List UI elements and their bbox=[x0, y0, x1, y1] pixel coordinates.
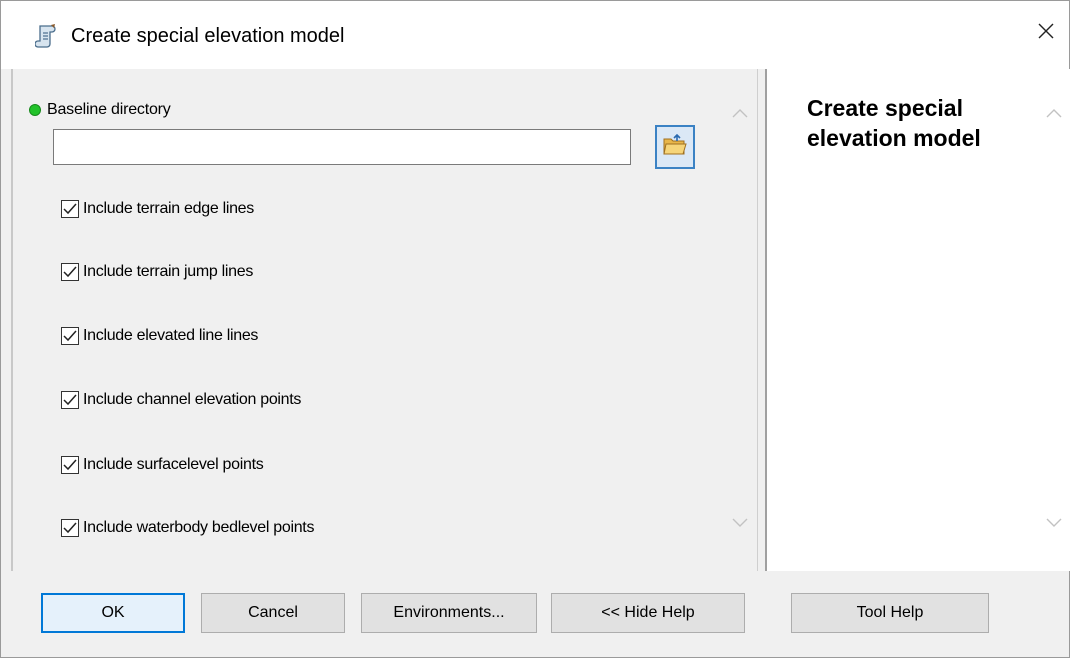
scroll-up-button[interactable] bbox=[723, 99, 757, 129]
tool-help-button[interactable]: Tool Help bbox=[791, 593, 989, 633]
checkbox-label: Include channel elevation points bbox=[83, 391, 302, 408]
option-waterbody-bedlevel-points[interactable]: Include waterbody bedlevel points bbox=[61, 519, 314, 537]
checkbox[interactable] bbox=[61, 519, 79, 537]
checkbox[interactable] bbox=[61, 327, 79, 345]
help-title: Create special elevation model bbox=[807, 95, 981, 151]
close-icon bbox=[1037, 22, 1055, 45]
option-elevated-line-lines[interactable]: Include elevated line lines bbox=[61, 327, 258, 345]
checkbox[interactable] bbox=[61, 456, 79, 474]
help-scroll-up-button[interactable] bbox=[1037, 99, 1070, 129]
checkbox[interactable] bbox=[61, 200, 79, 218]
option-surfacelevel-points[interactable]: Include surfacelevel points bbox=[61, 456, 264, 474]
baseline-directory-label: Baseline directory bbox=[47, 101, 171, 118]
checkbox[interactable] bbox=[61, 263, 79, 281]
help-scrollbar[interactable] bbox=[1037, 69, 1070, 571]
required-status-icon bbox=[29, 104, 41, 116]
chevron-down-icon bbox=[732, 515, 748, 533]
cancel-button[interactable]: Cancel bbox=[201, 593, 345, 633]
hide-help-button[interactable]: << Hide Help bbox=[551, 593, 745, 633]
option-channel-elevation-points[interactable]: Include channel elevation points bbox=[61, 391, 301, 409]
checkbox-label: Include terrain jump lines bbox=[83, 263, 254, 280]
environments-button[interactable]: Environments... bbox=[361, 593, 537, 633]
checkbox[interactable] bbox=[61, 391, 79, 409]
checkbox-label: Include elevated line lines bbox=[83, 327, 259, 344]
checkbox-label: Include waterbody bedlevel points bbox=[83, 519, 315, 536]
chevron-up-icon bbox=[732, 105, 748, 123]
chevron-down-icon bbox=[1046, 515, 1062, 533]
tool-dialog: Create special elevation model Create sp… bbox=[0, 0, 1070, 658]
tool-scroll-icon bbox=[34, 23, 59, 49]
help-panel: Create special elevation model bbox=[765, 69, 1070, 571]
panel-splitter[interactable] bbox=[757, 69, 764, 571]
chevron-up-icon bbox=[1046, 105, 1062, 123]
title-bar: Create special elevation model bbox=[1, 1, 1069, 69]
scroll-down-button[interactable] bbox=[723, 509, 757, 539]
checkbox-label: Include terrain edge lines bbox=[83, 200, 254, 217]
parameters-scrollbar[interactable] bbox=[723, 69, 757, 571]
help-scroll-down-button[interactable] bbox=[1037, 509, 1070, 539]
option-terrain-edge-lines[interactable]: Include terrain edge lines bbox=[61, 200, 254, 218]
window-title: Create special elevation model bbox=[71, 25, 345, 47]
open-folder-icon bbox=[662, 133, 688, 162]
close-button[interactable] bbox=[1023, 13, 1069, 53]
ok-button[interactable]: OK bbox=[41, 593, 185, 633]
baseline-directory-input[interactable] bbox=[53, 129, 631, 165]
baseline-directory-label-row: Baseline directory bbox=[29, 101, 171, 119]
option-terrain-jump-lines[interactable]: Include terrain jump lines bbox=[61, 263, 253, 281]
checkbox-label: Include surfacelevel points bbox=[83, 456, 264, 473]
browse-folder-button[interactable] bbox=[655, 125, 695, 169]
